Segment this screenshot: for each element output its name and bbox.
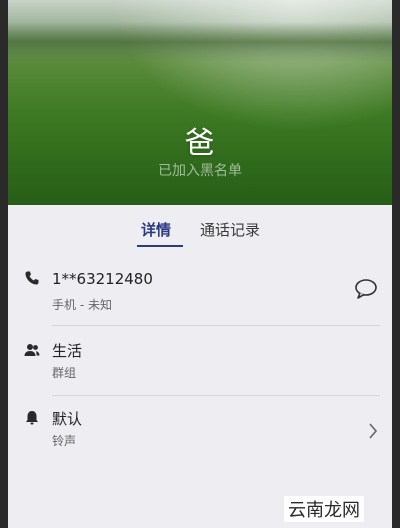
contact-detail-screen: 爸 已加入黑名单 详情 通话记录 1**63212480 手机 - 未知 生活 … bbox=[8, 0, 392, 528]
watermark-logo: 云南龙网 bbox=[284, 496, 364, 522]
active-tab-indicator bbox=[137, 245, 183, 247]
group-label: 群组 bbox=[52, 366, 77, 380]
phone-icon bbox=[25, 271, 39, 285]
group-name: 生活 bbox=[52, 342, 83, 360]
group-row[interactable]: 生活 群组 bbox=[8, 330, 392, 398]
bell-icon bbox=[26, 411, 38, 425]
phone-type: 手机 - 未知 bbox=[52, 298, 112, 312]
group-icon bbox=[24, 344, 40, 356]
tab-bar: 详情 通话记录 bbox=[8, 205, 392, 251]
ringtone-name: 默认 bbox=[52, 410, 83, 428]
tab-call-log[interactable]: 通话记录 bbox=[200, 219, 260, 240]
blocked-status-text: 已加入黑名单 bbox=[158, 163, 242, 179]
phone-number-row[interactable]: 1**63212480 手机 - 未知 bbox=[8, 258, 392, 326]
row-divider bbox=[52, 325, 380, 326]
ringtone-label: 铃声 bbox=[52, 434, 77, 448]
phone-number: 1**63212480 bbox=[52, 270, 153, 288]
contact-name: 爸 bbox=[184, 126, 216, 161]
contact-header: 爸 已加入黑名单 bbox=[8, 0, 392, 205]
chevron-right-icon[interactable] bbox=[368, 422, 378, 440]
message-bubble-icon[interactable] bbox=[354, 278, 378, 300]
ringtone-row[interactable]: 默认 铃声 bbox=[8, 400, 392, 468]
row-divider bbox=[52, 395, 380, 396]
header-background bbox=[8, 22, 392, 62]
tab-details[interactable]: 详情 bbox=[141, 219, 171, 240]
